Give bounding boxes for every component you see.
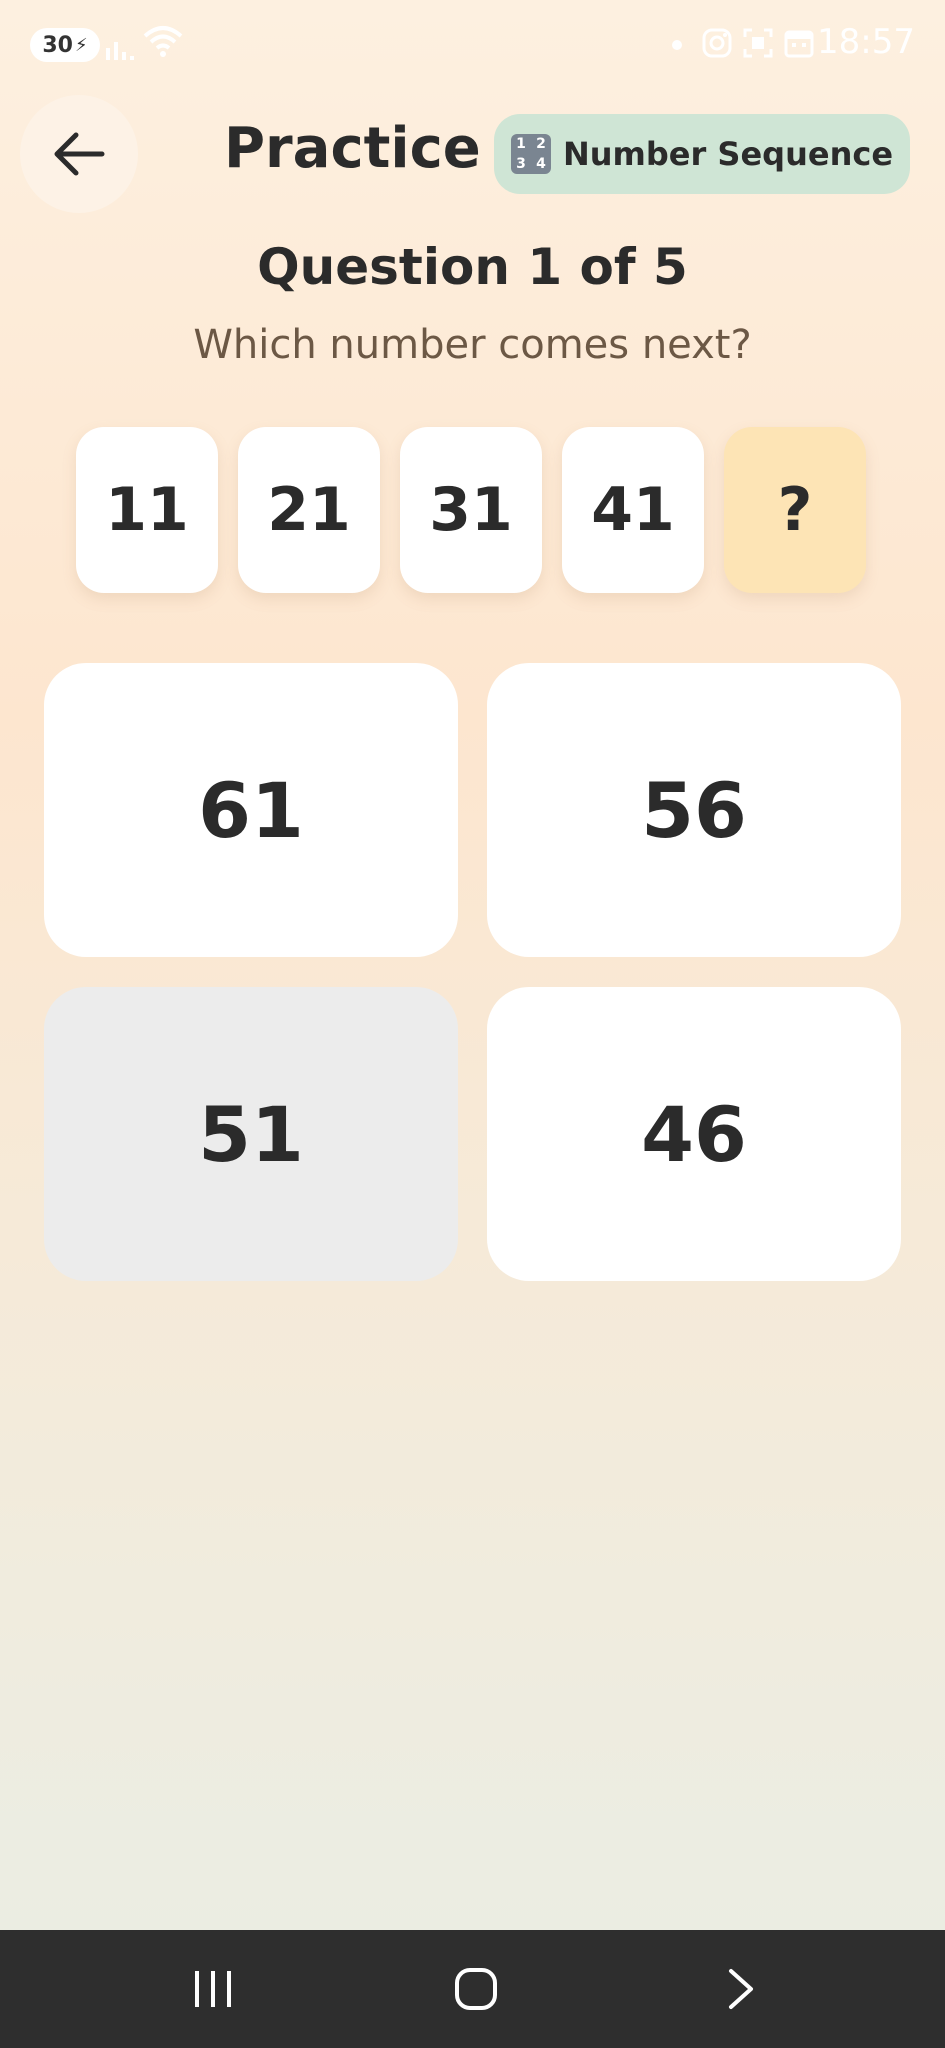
- home-button[interactable]: [396, 1930, 556, 2048]
- sequence-tile: 31: [400, 427, 542, 593]
- home-icon: [455, 1968, 497, 2010]
- chevron-right-icon: [729, 1969, 753, 2009]
- notification-dot-icon: [672, 40, 682, 50]
- battery-indicator: 30 ⚡: [30, 28, 100, 62]
- instagram-icon: [702, 28, 732, 58]
- sequence-tile: 21: [238, 427, 380, 593]
- recent-apps-button[interactable]: [133, 1930, 293, 2048]
- calendar-icon: [784, 28, 814, 58]
- wifi-icon: [142, 24, 184, 64]
- keypad-digit: 4: [536, 156, 546, 172]
- question-prompt: Which number comes next?: [193, 322, 752, 368]
- page-title: Practice: [224, 116, 481, 181]
- sequence-tile: 11: [76, 427, 218, 593]
- status-bar: 30 ⚡ 18:57: [0, 0, 945, 90]
- answer-option[interactable]: 61: [44, 663, 458, 957]
- system-nav-bar: [0, 1930, 945, 2048]
- arrow-left-icon: [54, 132, 105, 176]
- category-chip: 1 2 3 4 Number Sequence: [494, 114, 910, 194]
- answer-option[interactable]: 46: [487, 987, 901, 1281]
- signal-icon: [104, 34, 138, 70]
- answer-options: 61 56 51 46: [44, 663, 901, 1281]
- scan-icon: [743, 28, 773, 58]
- battery-level: 30: [42, 32, 73, 58]
- keypad-digit: 2: [536, 136, 546, 152]
- back-nav-button[interactable]: [661, 1930, 821, 2048]
- answer-option[interactable]: 56: [487, 663, 901, 957]
- recent-apps-icon: [195, 1971, 231, 2007]
- sequence-tile: 41: [562, 427, 704, 593]
- number-keypad-icon: 1 2 3 4: [510, 134, 551, 174]
- sequence-tile-unknown: ?: [724, 427, 866, 593]
- keypad-digit: 1: [516, 136, 526, 152]
- status-time: 18:57: [817, 22, 915, 62]
- question-counter: Question 1 of 5: [257, 238, 688, 296]
- charging-icon: ⚡: [74, 34, 88, 56]
- number-sequence: 11 21 31 41 ?: [76, 427, 866, 593]
- keypad-digit: 3: [516, 156, 526, 172]
- answer-option[interactable]: 51: [44, 987, 458, 1281]
- back-button[interactable]: [20, 95, 138, 213]
- category-label: Number Sequence: [562, 135, 894, 173]
